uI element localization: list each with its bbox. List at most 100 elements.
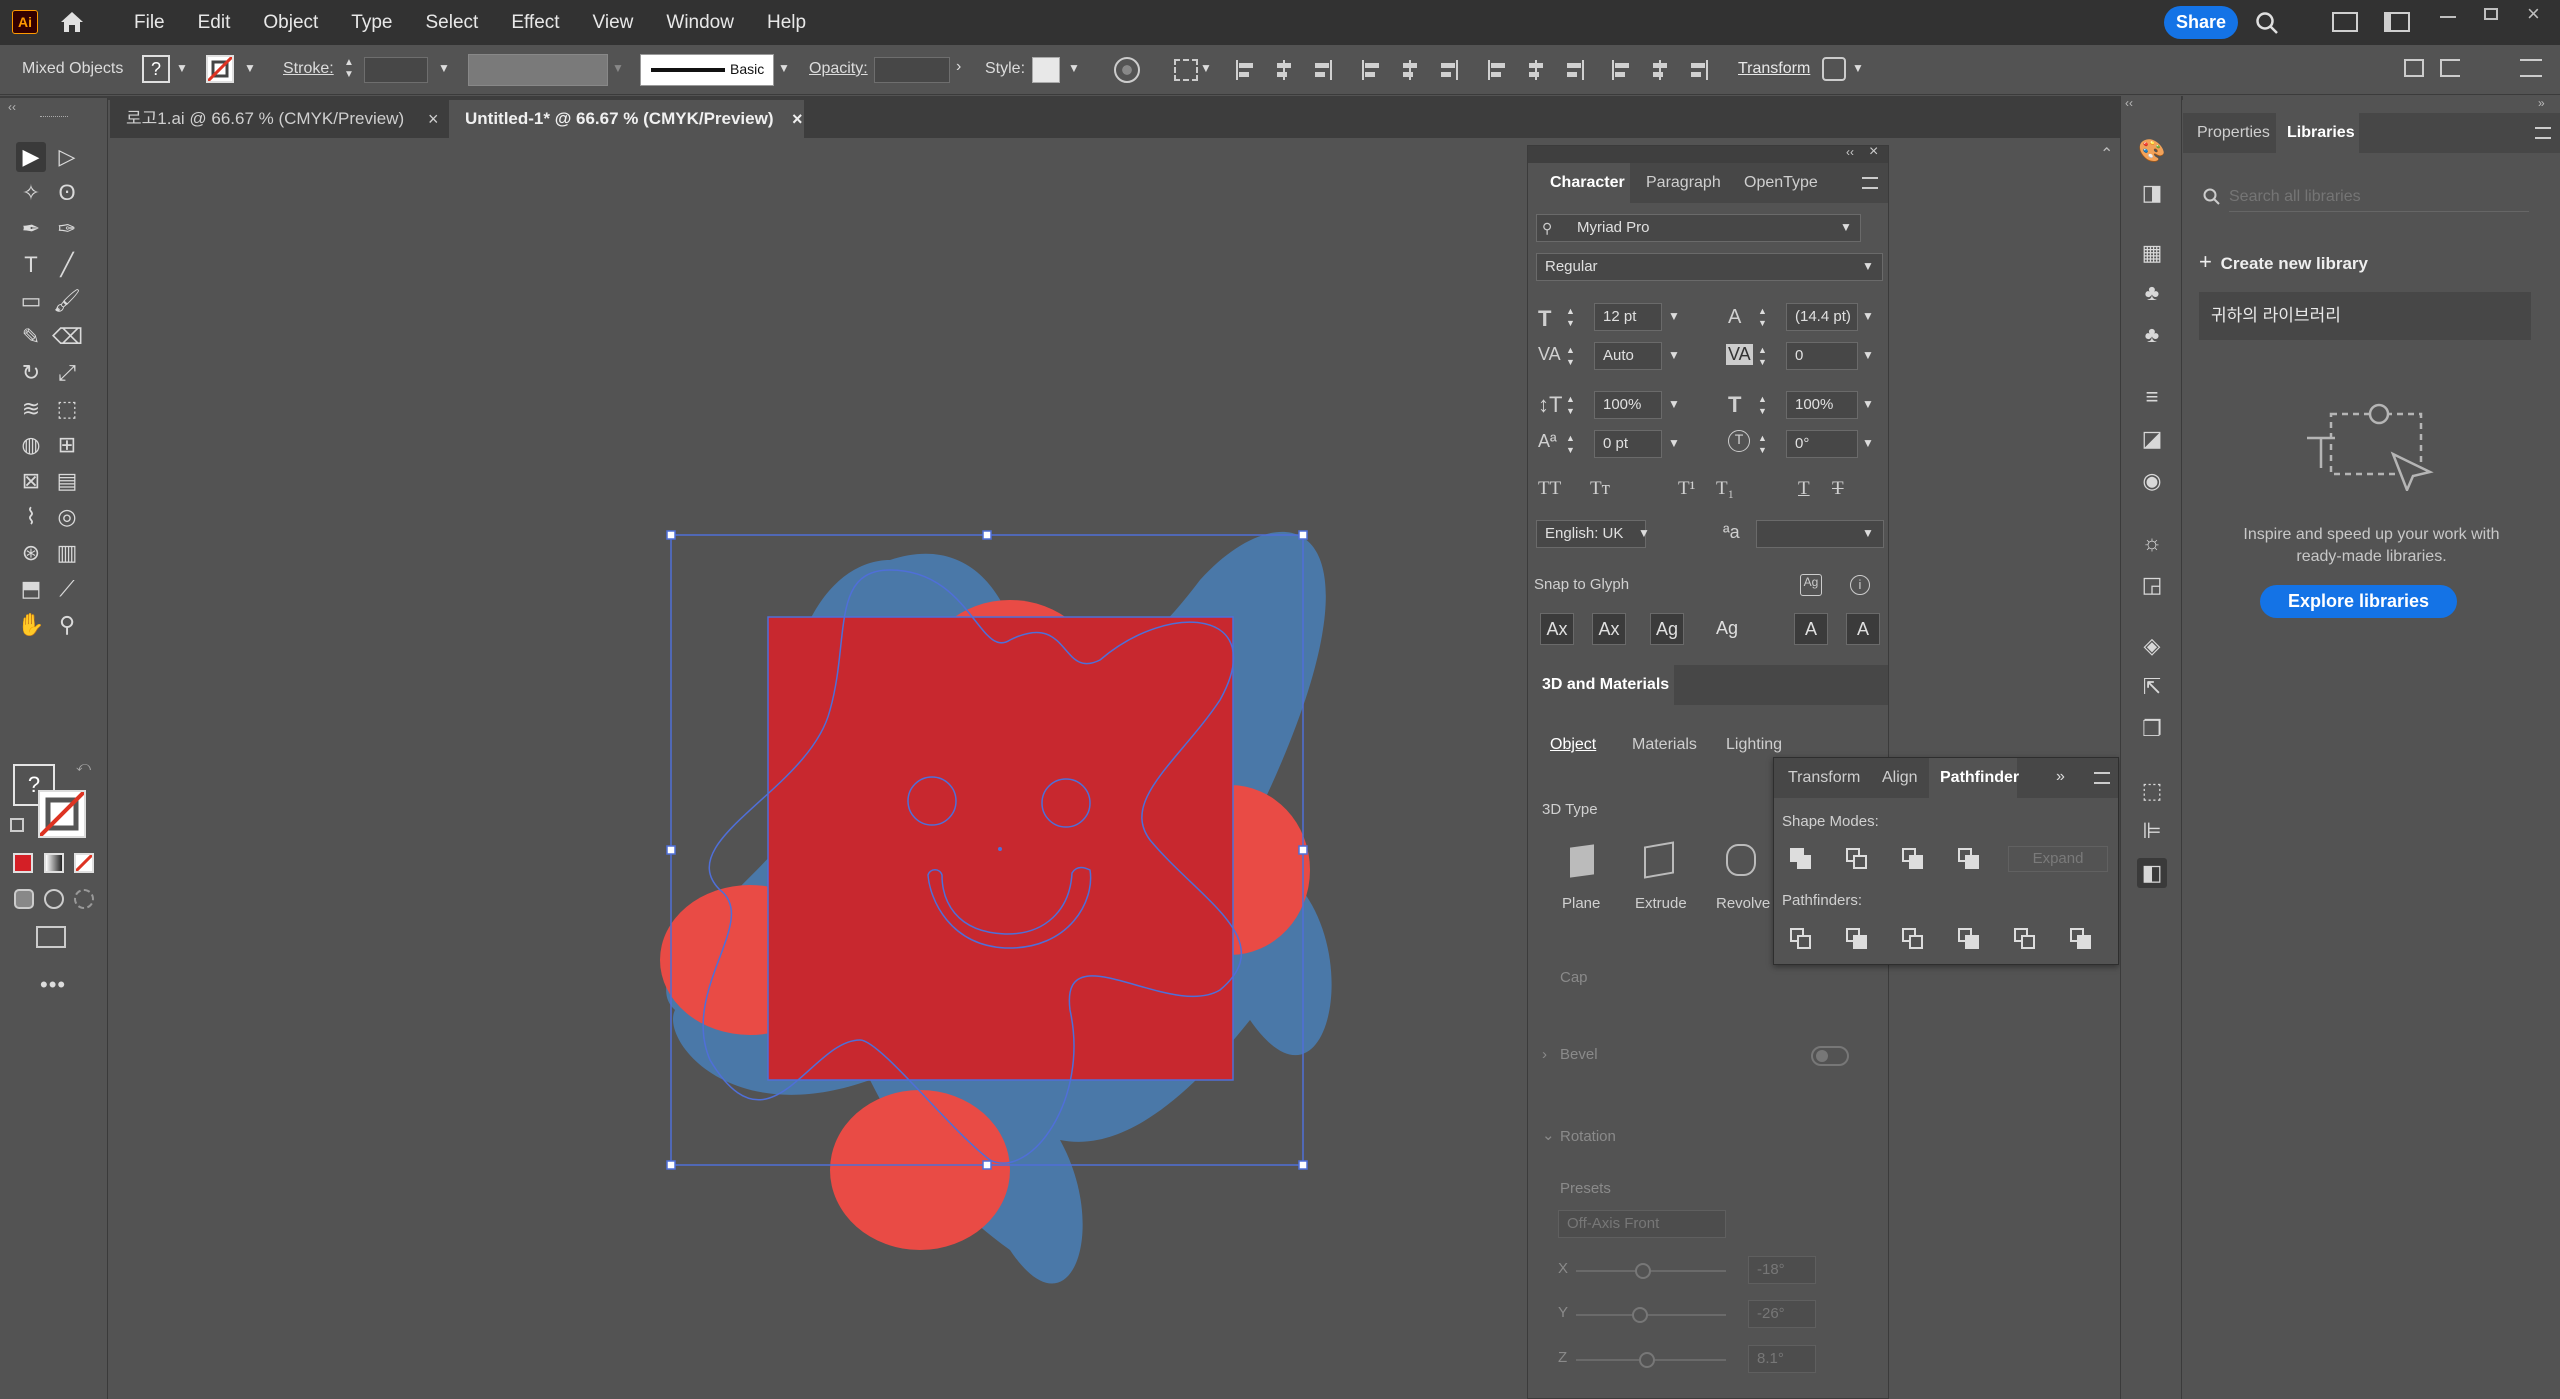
- distribute-bottom-icon[interactable]: [1562, 59, 1586, 81]
- graphic-style-swatch[interactable]: [1032, 57, 1060, 83]
- trim-icon[interactable]: [1846, 928, 1868, 950]
- field-dropdown-icon[interactable]: ▼: [1862, 397, 1874, 411]
- explore-libraries-button[interactable]: Explore libraries: [2260, 585, 2457, 618]
- search-icon[interactable]: [2254, 10, 2280, 36]
- curvature-tool-icon[interactable]: ✑: [52, 214, 82, 244]
- collapse-panel-icon[interactable]: ‹‹: [1846, 145, 1854, 159]
- edit-toolbar-icon[interactable]: •••: [40, 972, 66, 998]
- font-style-field[interactable]: Regular: [1536, 253, 1883, 281]
- scale-tool-icon[interactable]: ⤢: [52, 358, 82, 388]
- field-dropdown-icon[interactable]: ▼: [1862, 436, 1874, 450]
- unite-icon[interactable]: [1790, 848, 1812, 870]
- rotation-y-input[interactable]: -26°: [1748, 1300, 1816, 1328]
- fill-dropdown-icon[interactable]: ▼: [176, 61, 188, 75]
- color-themes-icon[interactable]: 🎨: [2137, 136, 2167, 166]
- align-vertical-center-icon[interactable]: [1398, 59, 1422, 81]
- stroke-dropdown-icon[interactable]: ▼: [244, 61, 256, 75]
- tab-character[interactable]: Character: [1550, 174, 1625, 192]
- distribute-top-icon[interactable]: [1486, 59, 1510, 81]
- libraries-menu-icon[interactable]: [2535, 127, 2551, 139]
- rotation-x-input[interactable]: -18°: [1748, 1256, 1816, 1284]
- scroll-up-arrow-icon[interactable]: ⌃: [2100, 144, 2113, 164]
- rotate-tool-icon[interactable]: ↻: [16, 358, 46, 388]
- snap-x-height-icon[interactable]: Ax: [1592, 613, 1626, 645]
- arrange-documents-icon[interactable]: [2332, 12, 2358, 32]
- hand-tool-icon[interactable]: ✋: [16, 610, 46, 640]
- menu-file[interactable]: File: [134, 12, 165, 34]
- clubs-icon[interactable]: ♣: [2137, 320, 2167, 350]
- snap-angular-guides-icon[interactable]: A: [1794, 613, 1828, 645]
- stepper-arrows-icon[interactable]: ▲ ▼: [1566, 305, 1575, 329]
- swap-fill-stroke-icon[interactable]: ⤺: [76, 758, 91, 775]
- symbol-sprayer-tool-icon[interactable]: ⊛: [16, 538, 46, 568]
- strikethrough-icon[interactable]: T: [1832, 478, 1844, 500]
- workspace-switcher-icon[interactable]: [2384, 12, 2410, 32]
- more-tabs-icon[interactable]: »: [2056, 768, 2065, 786]
- mesh-tool-icon[interactable]: ⊠: [16, 466, 46, 496]
- shaper-tool-icon[interactable]: ✎: [16, 322, 46, 352]
- exclude-icon[interactable]: [1958, 848, 1980, 870]
- type-tool-icon[interactable]: T: [16, 250, 46, 280]
- stroke-label[interactable]: Stroke:: [283, 60, 334, 78]
- panel-options-icon-2[interactable]: [2440, 59, 2460, 77]
- stroke-icon[interactable]: ≡: [2137, 382, 2167, 412]
- toolbar-collapse-icon[interactable]: ‹‹: [8, 100, 16, 114]
- anti-aliasing-dropdown-icon[interactable]: ▼: [1862, 526, 1874, 540]
- isolate-dropdown-icon[interactable]: ▼: [1852, 61, 1864, 75]
- align-to-dropdown-icon[interactable]: ▼: [1200, 61, 1212, 75]
- tab-materials[interactable]: Materials: [1632, 736, 1697, 754]
- language-dropdown-icon[interactable]: ▼: [1638, 526, 1650, 540]
- distribute-left-icon[interactable]: [1610, 59, 1634, 81]
- swatches-icon[interactable]: ▦: [2137, 238, 2167, 268]
- expand-button[interactable]: Expand: [2008, 846, 2108, 872]
- free-transform-tool-icon[interactable]: ⬚: [52, 394, 82, 424]
- small-caps-icon[interactable]: Tᴛ: [1590, 478, 1610, 500]
- rotation-chevron-icon[interactable]: ⌄: [1542, 1126, 1555, 1144]
- opacity-arrow-icon[interactable]: ›: [956, 58, 961, 76]
- intersect-icon[interactable]: [1902, 848, 1924, 870]
- field-dropdown-icon[interactable]: ▼: [1668, 397, 1680, 411]
- plane-label[interactable]: Plane: [1562, 895, 1600, 912]
- restore-window-icon[interactable]: [2484, 8, 2498, 20]
- stepper-arrows-icon[interactable]: ▲ ▼: [1758, 393, 1767, 417]
- stepper-arrows-icon[interactable]: ▲ ▼: [1758, 344, 1767, 368]
- paintbrush-tool-icon[interactable]: 🖌: [52, 286, 82, 316]
- distribute-right-icon[interactable]: [1686, 59, 1710, 81]
- symbols-icon[interactable]: ♣: [2137, 278, 2167, 308]
- warp-tool-icon[interactable]: ≋: [16, 394, 46, 424]
- strip-collapse-icon[interactable]: ‹‹: [2125, 96, 2133, 110]
- selection-tool-icon[interactable]: ▶: [16, 142, 46, 172]
- field-dropdown-icon[interactable]: ▼: [1668, 309, 1680, 323]
- plane-icon[interactable]: [1570, 844, 1594, 878]
- snap-glyph-options-icon[interactable]: Ag: [1800, 574, 1822, 596]
- pen-tool-icon[interactable]: ✒: [16, 214, 46, 244]
- field-dropdown-icon[interactable]: ▼: [1668, 348, 1680, 362]
- align-left-icon[interactable]: [1234, 59, 1258, 81]
- stroke-swatch[interactable]: [206, 55, 234, 83]
- snap-proximity-guides-icon[interactable]: Ag: [1710, 613, 1744, 645]
- gradient-tool-icon[interactable]: ▤: [52, 466, 82, 496]
- pathfinder-menu-icon[interactable]: [2094, 772, 2110, 784]
- align-bottom-icon[interactable]: [1436, 59, 1460, 81]
- appearance-icon[interactable]: ☼: [2137, 528, 2167, 558]
- menu-object[interactable]: Object: [263, 12, 318, 34]
- brush-definition[interactable]: Basic: [640, 54, 774, 86]
- draw-normal-icon[interactable]: [14, 889, 34, 909]
- color-mode-icon[interactable]: [13, 853, 33, 873]
- transparency-icon[interactable]: ◉: [2137, 466, 2167, 496]
- transform-panel-icon[interactable]: ⬚: [2137, 776, 2167, 806]
- minimize-window-icon[interactable]: [2440, 16, 2456, 18]
- revolve-label[interactable]: Revolve: [1716, 895, 1770, 912]
- underline-icon[interactable]: T: [1798, 478, 1810, 500]
- align-right-icon[interactable]: [1310, 59, 1334, 81]
- rectangle-tool-icon[interactable]: ▭: [16, 286, 46, 316]
- language-select[interactable]: English: UK: [1536, 520, 1646, 548]
- variable-width-profile[interactable]: [468, 54, 608, 86]
- blend-tool-icon[interactable]: ◎: [52, 502, 82, 532]
- stroke-weight-dropdown-icon[interactable]: ▼: [438, 61, 450, 75]
- libraries-collapse-icon[interactable]: »: [2538, 96, 2545, 110]
- crop-icon[interactable]: [1958, 928, 1980, 950]
- menu-view[interactable]: View: [593, 12, 634, 34]
- brush-dropdown-icon[interactable]: ▼: [778, 61, 790, 75]
- outline-icon[interactable]: [2014, 928, 2036, 950]
